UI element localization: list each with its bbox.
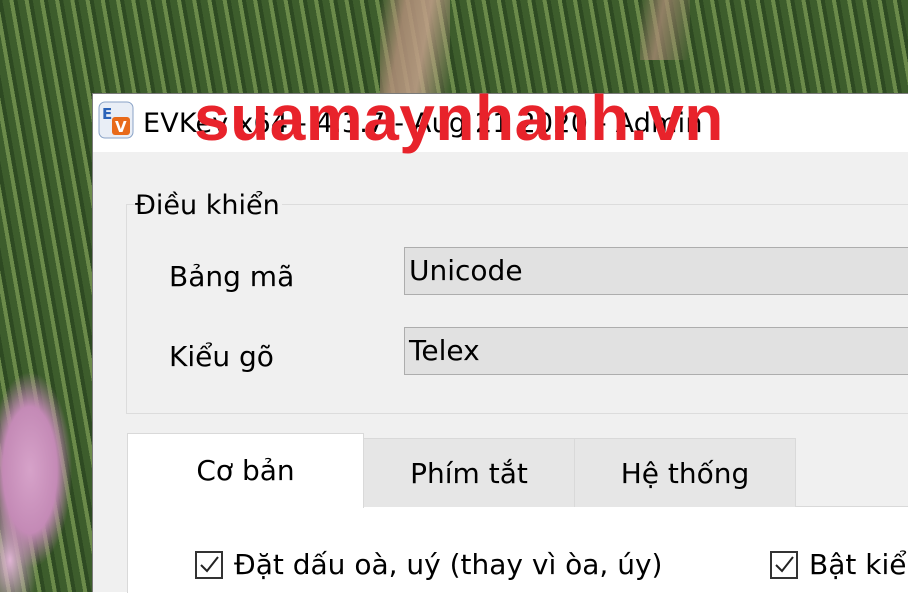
charset-value: Unicode	[409, 254, 523, 287]
input-method-value: Telex	[409, 334, 480, 367]
option-tone-placement-label: Đặt dấu oà, uý (thay vì òa, úy)	[234, 548, 663, 581]
evkey-app-icon: E V	[98, 101, 134, 139]
tab-basic-label: Cơ bản	[196, 454, 295, 487]
input-method-dropdown[interactable]: Telex	[404, 327, 908, 375]
control-group-label: Điều khiển	[135, 190, 282, 221]
watermark-text: suamaynhanh.vn	[194, 82, 724, 154]
svg-text:V: V	[115, 118, 127, 136]
input-method-label: Kiểu gõ	[169, 340, 274, 373]
tab-shortcuts[interactable]: Phím tắt	[363, 438, 575, 507]
charset-dropdown[interactable]: Unicode	[404, 247, 908, 295]
wallpaper-path	[380, 0, 450, 94]
svg-text:E: E	[102, 105, 112, 123]
tab-basic[interactable]: Cơ bản	[127, 433, 364, 508]
evkey-window: E V EVKey x64 - 4.3.7 - Aug 21 2020 - Ad…	[92, 93, 908, 593]
tab-shortcuts-label: Phím tắt	[410, 457, 528, 490]
wallpaper-path	[640, 0, 690, 60]
control-groupbox	[126, 204, 908, 414]
checkmark-icon	[200, 556, 219, 573]
tab-system[interactable]: Hệ thống	[574, 438, 796, 507]
option-second-checkbox[interactable]	[770, 551, 798, 579]
checkmark-icon	[775, 556, 794, 573]
option-second-label: Bật kiể	[809, 548, 907, 581]
option-tone-placement-checkbox[interactable]	[195, 551, 223, 579]
tab-system-label: Hệ thống	[620, 457, 750, 490]
charset-label: Bảng mã	[169, 260, 295, 293]
